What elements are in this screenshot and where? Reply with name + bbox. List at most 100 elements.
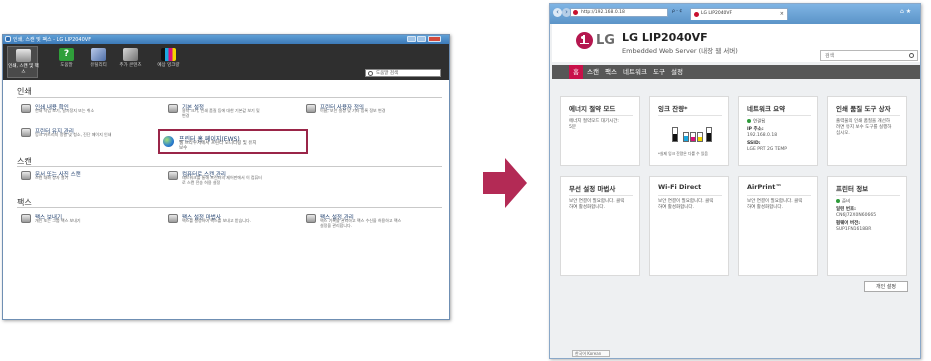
section-divider — [17, 207, 442, 208]
item-preferences[interactable]: 기본 설정 용지 크기, 인쇄 품질 등에 대한 기본값 보기 및 변경 — [168, 103, 308, 117]
ribbon-ink-level-button[interactable]: 예상 잉크량 — [153, 46, 184, 78]
nav-home[interactable]: 홈 — [569, 65, 583, 79]
card-wireless-setup-wizard[interactable]: 무선 설정 마법사 보안 연결이 필요합니다. 클릭 하여 활성화합니다. — [560, 176, 640, 276]
item-desc: 개인 또는 그룹 팩스 보내기 — [35, 218, 81, 223]
tab-close-icon[interactable]: × — [780, 9, 784, 19]
ink-bar-magenta — [690, 132, 696, 142]
print-queue-icon — [21, 104, 31, 113]
page-title: LG LIP2040VF — [622, 31, 708, 44]
ribbon-label: 추가 콘텐츠 — [119, 63, 142, 68]
section-divider — [17, 166, 442, 167]
item-fax-setup-wizard[interactable]: 팩스 설정 마법사 팩스를 설정하여 팩스를 보내고 받습니다. — [168, 213, 308, 227]
card-wifi-direct[interactable]: Wi-Fi Direct 보안 연결이 필요합니다. 클릭 하여 활성화합니다. — [649, 176, 729, 276]
browser-tools-icon[interactable]: ⌂ ★ — [900, 8, 911, 15]
search-placeholder: 검색 — [825, 53, 835, 59]
ink-bar-cyan — [683, 132, 689, 142]
ribbon-extra-content-button[interactable]: 추가 콘텐츠 — [115, 46, 146, 78]
personal-settings-button[interactable]: 개인 설정 — [864, 281, 908, 292]
search-icon — [368, 71, 373, 76]
item-printer-maintenance[interactable]: 프린터 유지 관리 잉크 카트리지 정렬 및 청소, 진단 페이지 인쇄 — [21, 127, 161, 141]
page-subtitle: Embedded Web Server (내장 웹 서버) — [622, 47, 738, 55]
item-fax-settings[interactable]: 팩스 설정 관리 팩스 기록을 관리하고 팩스 수신을 허용하고 팩스 설정을 … — [306, 213, 446, 227]
card-title: 프린터 정보 — [836, 185, 869, 193]
card-title: 인쇄 품질 도구 상자 — [836, 105, 891, 113]
card-title: 네트워크 요약 — [747, 105, 786, 113]
ews-page: LG LG LIP2040VF Embedded Web Server (내장 … — [552, 24, 920, 350]
card-title: Wi-Fi Direct — [658, 183, 702, 191]
card-airprint[interactable]: AirPrint™ 보안 연결이 필요합니다. 클릭 하여 활성화합니다. — [738, 176, 818, 276]
browser-tab[interactable]: LG LIP2040VF × — [690, 8, 788, 20]
card-text: 하여 활성화합니다. — [569, 205, 605, 210]
item-printer-home-page-ews[interactable]: 프린터 홈 페이지(EWS) 웹 브라우저에서 프린터 모니터링 및 유지 보수 — [158, 129, 308, 154]
item-desc: 잉크 카트리지 정렬 및 청소, 진단 페이지 인쇄 — [35, 132, 112, 137]
app-icon — [5, 36, 11, 42]
lg-logo-icon — [576, 32, 593, 49]
printer-icon — [16, 49, 31, 62]
nav-settings[interactable]: 설정 — [669, 65, 685, 79]
item-customize-printer[interactable]: 프린터 사용자 정의 이름, 보안 설정 및 기타 등록 정보 변경 — [306, 103, 446, 117]
address-controls[interactable]: ρ - ¢ — [672, 9, 682, 14]
card-printer-info[interactable]: 프린터 정보 준비 일련 번호: CN6J72X0N60665 펌웨어 버전: … — [827, 176, 907, 276]
item-check-print-queue[interactable]: 인쇄 내용 확인 인쇄 작업 보기, 일시정지 또는 취소 — [21, 103, 161, 117]
minimize-icon[interactable] — [407, 36, 416, 42]
back-icon[interactable]: ‹ — [553, 8, 562, 17]
tab-title: LG LIP2040VF — [701, 11, 733, 16]
ink-bar-black — [672, 127, 678, 142]
card-network-summary[interactable]: 네트워크 요약 연결됨 IP 주소: 192.168.0.18 SSID: LG… — [738, 96, 818, 166]
card-value: 192.168.0.18 — [747, 133, 778, 138]
printer-assistant-window: 인쇄, 스캔 및 팩스 - LG LIP2040VF 인쇄, 스캔 및 팩스 ?… — [2, 34, 450, 320]
card-text: 연결됨 — [753, 119, 766, 125]
ews-header: LG LG LIP2040VF Embedded Web Server (내장 … — [552, 24, 920, 62]
scan-document-icon — [21, 171, 31, 180]
card-energy-saving[interactable]: 에너지 절약 모드 에너지 절약모드 대기시간: 5분 — [560, 96, 640, 166]
status-ok-icon — [836, 199, 840, 203]
ribbon-utility-button[interactable]: 유틸리티 — [83, 46, 114, 78]
ink-level-icon — [161, 48, 176, 61]
language-bar: 한국어 Korean — [550, 350, 920, 358]
card-value: SUP1FN1618BR — [836, 227, 872, 232]
browser-window: ‹ › http://192.168.0.18 ρ - ¢ LG LIP2040… — [549, 3, 921, 359]
search-icon — [909, 53, 914, 58]
language-select[interactable]: 한국어 Korean — [572, 350, 610, 357]
card-print-quality-toolbox[interactable]: 인쇄 품질 도구 상자 출력물의 인쇄 품질을 개선하 려면 유지 보수 도구를… — [827, 96, 907, 166]
item-scan-to-computer[interactable]: 컴퓨터로 스캔 관리 네트워크를 통해 프린터의 제어판에서 이 컴퓨터 로 스… — [168, 170, 308, 184]
item-desc: 인쇄 작업 보기, 일시정지 또는 취소 — [35, 108, 95, 113]
card-ink-levels[interactable]: 잉크 잔량* *실제 잉크 잔량은 다를 수 있음 — [649, 96, 729, 166]
close-icon[interactable] — [428, 36, 441, 42]
item-desc: 팩스 기록을 관리하고 팩스 수신을 허용하고 팩스 설정을 관리합니다. — [320, 218, 402, 228]
utility-icon — [91, 48, 106, 61]
fax-settings-icon — [306, 214, 316, 223]
ribbon-print-scan-fax-button[interactable]: 인쇄, 스캔 및 팩스 — [7, 46, 39, 78]
arrow-right-icon — [483, 158, 527, 208]
card-text: 십시오. — [836, 131, 850, 136]
send-fax-icon — [21, 214, 31, 223]
section-title-print: 인쇄 — [17, 87, 32, 96]
ews-search-input[interactable]: 검색 — [820, 50, 918, 61]
ribbon-label: 유틸리티 — [90, 63, 107, 68]
status-ok-icon — [747, 119, 751, 123]
tab-favicon-icon — [694, 12, 699, 17]
ews-nav-bar: 홈 스캔 팩스 네트워크 도구 설정 — [552, 65, 920, 79]
ribbon-label: 인쇄, 스캔 및 팩스 — [8, 64, 39, 75]
item-scan-document-photo[interactable]: 문서 또는 사진 스캔 스캔 대화 상자 열기 — [21, 170, 161, 184]
address-bar[interactable]: http://192.168.0.18 — [570, 8, 668, 17]
item-desc: 이름, 보안 설정 및 기타 등록 정보 변경 — [320, 108, 386, 113]
fax-wizard-icon — [168, 214, 178, 223]
nav-fax[interactable]: 팩스 — [603, 65, 619, 79]
item-desc: 용지 크기, 인쇄 품질 등에 대한 기본값 보기 및 변경 — [182, 108, 260, 118]
nav-scan[interactable]: 스캔 — [585, 65, 601, 79]
ribbon-help-button[interactable]: ? 도움말 — [51, 46, 82, 78]
browser-chrome: ‹ › http://192.168.0.18 ρ - ¢ LG LIP2040… — [550, 4, 920, 24]
nav-tools[interactable]: 도구 — [651, 65, 667, 79]
item-desc: 네트워크를 통해 프린터의 제어판에서 이 컴퓨터 로 스캔 전송 허용 설정 — [182, 175, 262, 185]
section-divider — [17, 97, 442, 98]
card-text: 에너지 절약모드 대기시간: — [569, 119, 619, 124]
maximize-icon[interactable] — [417, 36, 426, 42]
site-icon — [573, 10, 578, 15]
address-url: http://192.168.0.18 — [581, 10, 625, 15]
item-desc: 팩스를 설정하여 팩스를 보내고 받습니다. — [182, 218, 251, 223]
item-send-fax[interactable]: 팩스 보내기 개인 또는 그룹 팩스 보내기 — [21, 213, 161, 227]
help-search-input[interactable]: 도움말 검색 — [365, 69, 441, 77]
item-desc: 웹 브라우저에서 프린터 모니터링 및 유지 보수 — [179, 141, 257, 151]
nav-network[interactable]: 네트워크 — [621, 65, 649, 79]
